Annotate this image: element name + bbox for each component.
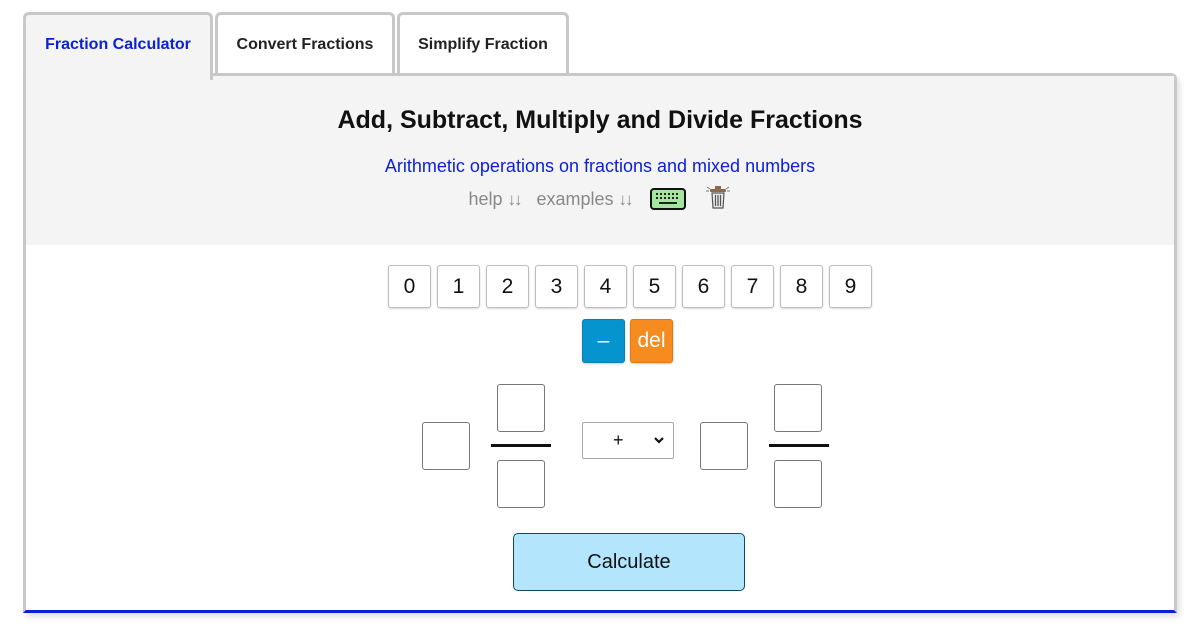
- digit-keypad: 0 1 2 3 4 5 6 7 8 9: [388, 265, 872, 308]
- header-links: help ↓↓ examples ↓↓: [26, 186, 1174, 210]
- fraction1-denominator-input[interactable]: [497, 460, 545, 508]
- digit-4-button[interactable]: 4: [584, 265, 627, 308]
- digit-9-button[interactable]: 9: [829, 265, 872, 308]
- trash-icon[interactable]: [704, 184, 732, 210]
- tab-simplify-fraction[interactable]: Simplify Fraction: [397, 12, 569, 76]
- digit-2-button[interactable]: 2: [486, 265, 529, 308]
- fraction1-bar: [491, 444, 551, 447]
- fraction2-numerator-input[interactable]: [774, 384, 822, 432]
- fraction1-numerator-input[interactable]: [497, 384, 545, 432]
- fraction2-denominator-input[interactable]: [774, 460, 822, 508]
- tab-fraction-calculator[interactable]: Fraction Calculator: [23, 12, 213, 80]
- page-subtitle: Arithmetic operations on fractions and m…: [384, 156, 816, 176]
- examples-link[interactable]: examples ↓↓: [536, 188, 634, 210]
- digit-8-button[interactable]: 8: [780, 265, 823, 308]
- fraction1-whole-input[interactable]: [422, 422, 470, 470]
- help-link[interactable]: help ↓↓: [468, 188, 522, 210]
- page-title: Add, Subtract, Multiply and Divide Fract…: [337, 106, 863, 134]
- minus-button[interactable]: –: [582, 319, 625, 363]
- digit-3-button[interactable]: 3: [535, 265, 578, 308]
- help-label: help: [468, 188, 503, 209]
- examples-label: examples: [536, 188, 614, 209]
- operator-value: +: [613, 430, 624, 450]
- calculator-panel: Add, Subtract, Multiply and Divide Fract…: [23, 73, 1177, 613]
- keyboard-icon[interactable]: [649, 188, 686, 210]
- digit-1-button[interactable]: 1: [437, 265, 480, 308]
- tab-convert-fractions[interactable]: Convert Fractions: [215, 12, 395, 76]
- keypad-ops: – del: [582, 319, 673, 363]
- calculate-button[interactable]: Calculate: [513, 533, 745, 591]
- operator-select[interactable]: +: [582, 422, 674, 459]
- panel-header: Add, Subtract, Multiply and Divide Fract…: [26, 76, 1174, 245]
- digit-0-button[interactable]: 0: [388, 265, 431, 308]
- delete-button[interactable]: del: [630, 319, 673, 363]
- down-arrows-icon: ↓↓: [507, 189, 522, 209]
- fraction2-whole-input[interactable]: [700, 422, 748, 470]
- digit-6-button[interactable]: 6: [682, 265, 725, 308]
- digit-7-button[interactable]: 7: [731, 265, 774, 308]
- down-arrows-icon: ↓↓: [618, 189, 634, 209]
- digit-5-button[interactable]: 5: [633, 265, 676, 308]
- fraction2-bar: [769, 444, 829, 447]
- chevron-down-icon: [654, 437, 664, 444]
